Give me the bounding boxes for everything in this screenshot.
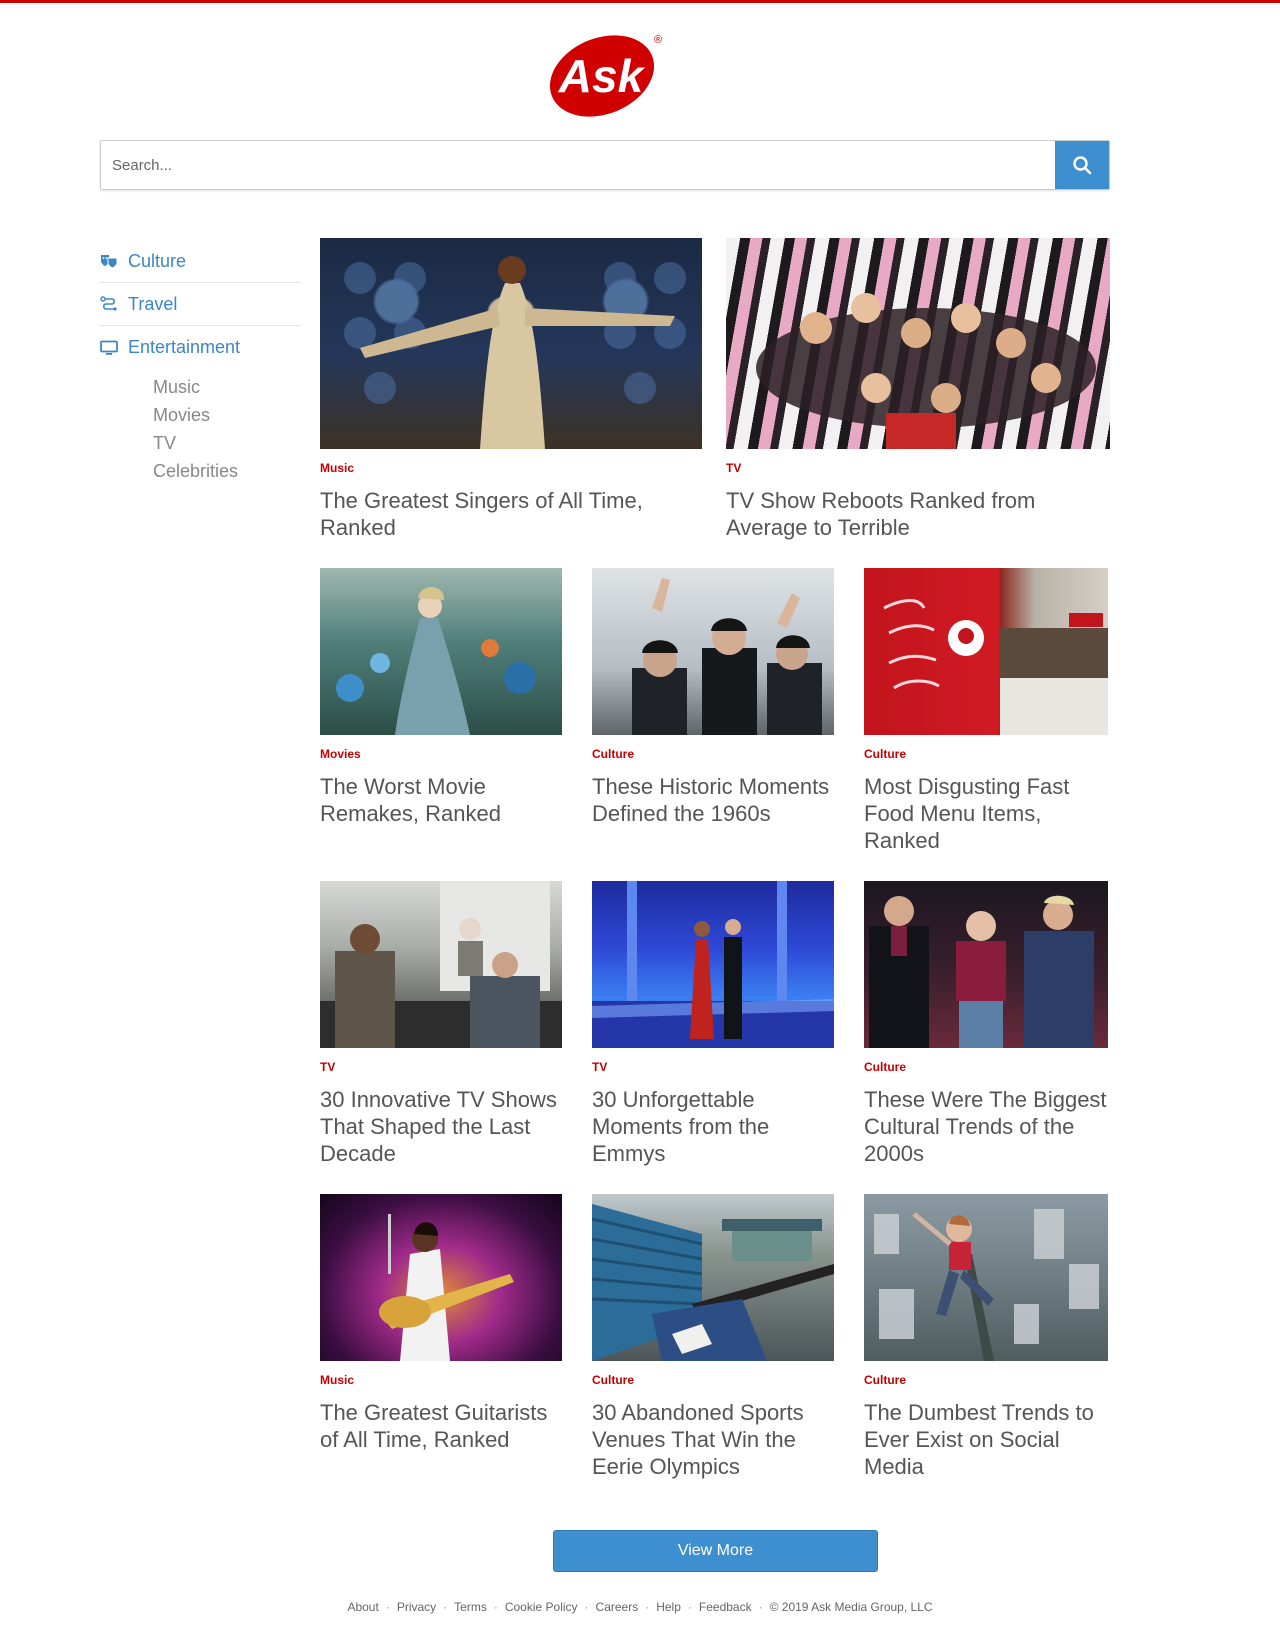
article-title[interactable]: TV Show Reboots Ranked from Average to T… [726,487,1110,541]
monitor-icon [100,340,118,356]
route-icon [100,296,118,312]
band-waving-photo[interactable] [592,568,834,735]
search-icon [1073,156,1092,175]
entertainment-subnav: Music Movies TV Celebrities [153,373,300,485]
article-card[interactable]: TV 30 Unforgettable Moments from the Emm… [592,881,834,1167]
sidebar-item-label: Travel [128,293,178,314]
article-title[interactable]: The Greatest Guitarists of All Time, Ran… [320,1399,562,1453]
article-card[interactable]: Culture These Were The Biggest Cultural … [864,881,1108,1167]
article-card[interactable]: Culture These Historic Moments Defined t… [592,568,834,827]
footer-separator: · [645,1600,650,1614]
tv-drama-office-still[interactable] [320,881,562,1048]
footer-link-terms[interactable]: Terms [454,1600,487,1614]
registered-mark: ® [654,34,662,46]
article-card[interactable]: Culture 30 Abandoned Sports Venues That … [592,1194,834,1480]
ask-logo[interactable]: Ask ® [546,30,666,118]
copyright-text: © 2019 Ask Media Group, LLC [769,1600,933,1614]
rooftop-selfie-photo[interactable] [864,1194,1108,1361]
fantasy-garden-movie-still[interactable] [320,568,562,735]
subnav-item-movies[interactable]: Movies [153,401,300,429]
article-card[interactable]: Culture Most Disgusting Fast Food Menu I… [864,568,1108,854]
abandoned-stadium-photo[interactable] [592,1194,834,1361]
subnav-item-celebrities[interactable]: Celebrities [153,457,300,485]
article-category[interactable]: TV [726,461,1110,475]
footer-link-help[interactable]: Help [656,1600,681,1614]
category-sidebar: Culture Travel Entertainment Music Movie… [100,240,300,485]
footer-separator: · [758,1600,763,1614]
footer: About · Privacy · Terms · Cookie Policy · Career… [0,1600,1280,1614]
sidebar-item-culture[interactable]: Culture [100,240,300,283]
article-category[interactable]: Culture [864,1373,1108,1387]
search-bar [100,140,1110,190]
footer-link-feedback[interactable]: Feedback [699,1600,752,1614]
article-card[interactable]: TV 30 Innovative TV Shows That Shaped th… [320,881,562,1167]
search-button[interactable] [1055,141,1109,189]
article-category[interactable]: Movies [320,747,562,761]
subnav-item-tv[interactable]: TV [153,429,300,457]
article-category[interactable]: Culture [864,1060,1108,1074]
article-category[interactable]: Culture [592,1373,834,1387]
top-accent-bar [0,0,1280,3]
sidebar-item-label: Entertainment [128,337,241,357]
sidebar-item-travel[interactable]: Travel [100,283,300,326]
footer-link-cookie-policy[interactable]: Cookie Policy [505,1600,578,1614]
logo-text: Ask [558,50,646,102]
guitarist-concert-photo[interactable] [320,1194,562,1361]
footer-separator: · [385,1600,390,1614]
article-category[interactable]: Music [320,461,702,475]
article-card[interactable]: Music The Greatest Singers of All Time, … [320,238,702,541]
search-input[interactable] [101,141,1055,189]
sidebar-item-label: Culture [128,250,187,271]
article-card[interactable]: Movies The Worst Movie Remakes, Ranked [320,568,562,827]
talent-show-hosts-photo[interactable] [864,881,1108,1048]
article-title[interactable]: These Historic Moments Defined the 1960s [592,773,834,827]
article-card[interactable]: Culture The Dumbest Trends to Ever Exist… [864,1194,1108,1480]
article-card[interactable]: Music The Greatest Guitarists of All Tim… [320,1194,562,1453]
article-title[interactable]: Most Disgusting Fast Food Menu Items, Ra… [864,773,1108,854]
article-title[interactable]: The Greatest Singers of All Time, Ranked [320,487,702,541]
sidebar-item-entertainment[interactable]: Entertainment [100,326,300,369]
footer-link-about[interactable]: About [347,1600,378,1614]
article-title[interactable]: 30 Innovative TV Shows That Shaped the L… [320,1086,562,1167]
view-more-button[interactable]: View More [553,1530,878,1572]
fast-food-restaurant-photo[interactable] [864,568,1108,735]
footer-separator: · [443,1600,448,1614]
footer-separator: · [584,1600,589,1614]
singer-on-stage-photo[interactable] [320,238,702,449]
article-title[interactable]: 30 Abandoned Sports Venues That Win the … [592,1399,834,1480]
tv-cast-group-photo[interactable] [726,238,1110,449]
article-title[interactable]: The Dumbest Trends to Ever Exist on Soci… [864,1399,1108,1480]
article-title[interactable]: The Worst Movie Remakes, Ranked [320,773,562,827]
footer-link-careers[interactable]: Careers [596,1600,639,1614]
article-category[interactable]: Culture [864,747,1108,761]
article-card[interactable]: TV TV Show Reboots Ranked from Average t… [726,238,1110,541]
article-category[interactable]: TV [320,1060,562,1074]
footer-separator: · [493,1600,498,1614]
article-category[interactable]: TV [592,1060,834,1074]
article-category[interactable]: Music [320,1373,562,1387]
article-title[interactable]: These Were The Biggest Cultural Trends o… [864,1086,1108,1167]
theater-masks-icon [100,253,118,269]
subnav-item-music[interactable]: Music [153,373,300,401]
article-category[interactable]: Culture [592,747,834,761]
article-title[interactable]: 30 Unforgettable Moments from the Emmys [592,1086,834,1167]
awards-stage-photo[interactable] [592,881,834,1048]
footer-separator: · [687,1600,692,1614]
footer-link-privacy[interactable]: Privacy [397,1600,436,1614]
